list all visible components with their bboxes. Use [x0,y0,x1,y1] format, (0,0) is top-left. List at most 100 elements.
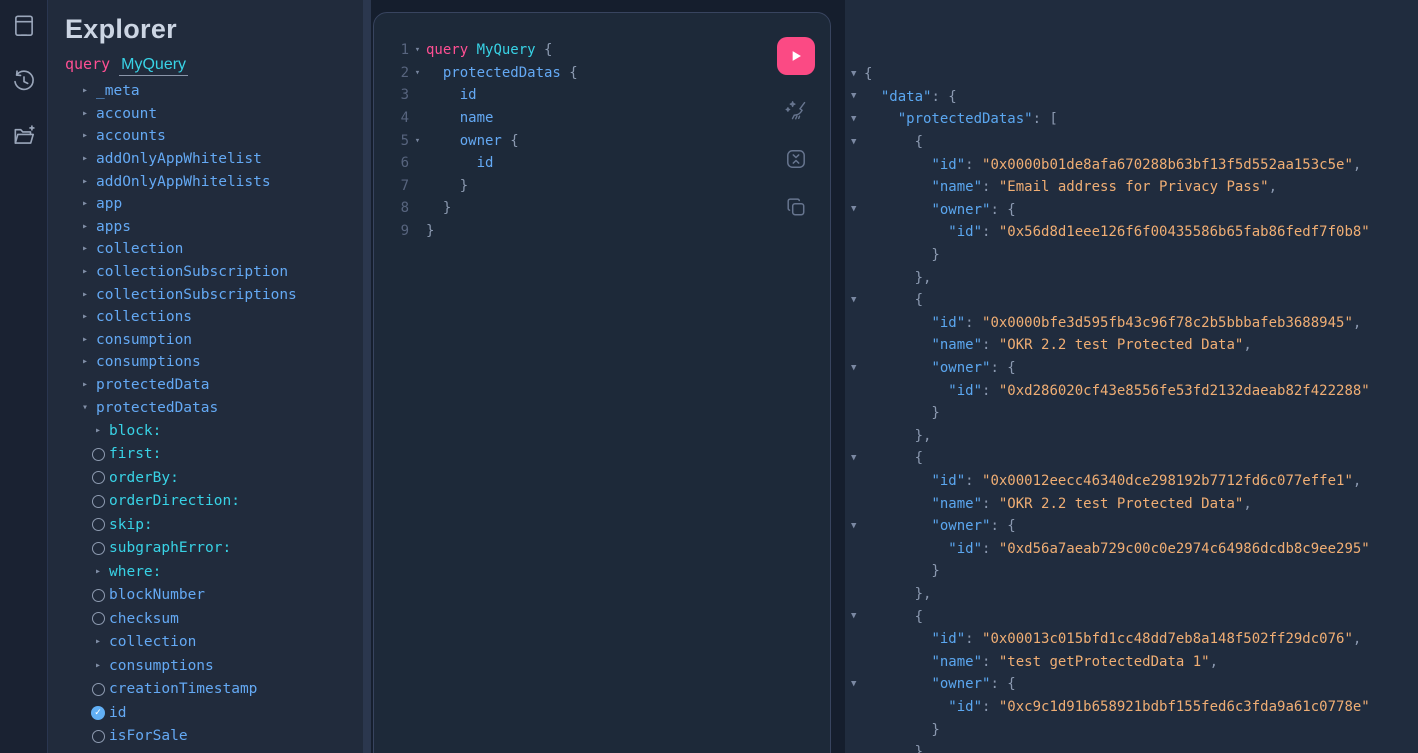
explorer-item-block[interactable]: ▸block: [65,419,363,443]
fold-arrow-icon[interactable]: ▼ [849,522,864,531]
chevron-right-icon[interactable]: ▸ [82,244,88,254]
chevron-right-icon[interactable]: ▸ [82,177,88,187]
token-punc [426,155,477,171]
pane-resize-handle[interactable] [363,0,371,753]
merge-fragments-icon[interactable] [784,147,808,171]
explorer-item-collectionSubscriptions[interactable]: ▸collectionSubscriptions [65,283,363,306]
chevron-down-icon[interactable]: ▾ [82,403,88,413]
fold-arrow-icon[interactable]: ▾ [409,45,426,55]
radio-circle-icon[interactable] [92,589,105,602]
explorer-item-checksum[interactable]: checksum [65,607,363,631]
fold-arrow-icon[interactable]: ▾ [409,136,426,146]
radio-circle-icon[interactable] [92,448,105,461]
chevron-right-icon[interactable]: ▸ [82,86,88,96]
folder-plus-icon[interactable] [11,123,37,149]
fold-arrow-icon[interactable]: ▼ [849,612,864,621]
operation-name-input[interactable]: MyQuery [119,56,188,76]
chevron-right-icon[interactable]: ▸ [95,426,101,436]
fold-arrow-icon[interactable]: ▼ [849,115,864,124]
explorer-item-id[interactable]: ✓ id [65,701,363,725]
chevron-right-icon[interactable]: ▸ [82,312,88,322]
explorer-item-isForSale[interactable]: isForSale [65,724,363,748]
tree-label: protectedData [96,377,210,393]
chevron-right-icon[interactable]: ▸ [82,154,88,164]
fold-arrow-icon[interactable]: ▼ [849,92,864,101]
explorer-item-skip[interactable]: skip: [65,513,363,537]
chevron-right-icon[interactable]: ▸ [82,199,88,209]
tree-label: id [109,705,126,721]
explorer-item-collection[interactable]: ▸collection [65,630,363,654]
radio-circle-icon[interactable] [92,471,105,484]
tree-control [91,589,105,602]
tree-control: ▸ [78,154,92,164]
token-key: "id" [948,541,982,557]
token-str: "test getProtectedData 1" [999,654,1210,670]
explorer-item-consumptions[interactable]: ▸consumptions [65,351,363,374]
prettify-icon[interactable] [784,99,808,123]
explorer-item-orderBy[interactable]: orderBy: [65,466,363,490]
fold-arrow-icon[interactable]: ▼ [849,364,864,373]
explorer-item-app[interactable]: ▸app [65,193,363,216]
chevron-right-icon[interactable]: ▸ [82,109,88,119]
explorer-item-collections[interactable]: ▸collections [65,306,363,329]
token-punc [864,337,931,353]
chevron-right-icon[interactable]: ▸ [82,267,88,277]
fold-arrow-icon[interactable]: ▼ [849,70,864,79]
tree-label: collectionSubscription [96,264,288,280]
explorer-item-orderDirection[interactable]: orderDirection: [65,489,363,513]
explorer-item-collectionSubscription[interactable]: ▸ collectionSubscription [65,261,363,284]
explorer-item-collection[interactable]: ▸collection [65,238,363,261]
explorer-item-accounts[interactable]: ▸accounts [65,125,363,148]
docs-icon[interactable] [11,13,37,39]
radio-circle-icon[interactable] [92,683,105,696]
explorer-item-consumption[interactable]: ▸consumption [65,329,363,352]
explorer-item-first[interactable]: first: [65,442,363,466]
chevron-right-icon[interactable]: ▸ [95,637,101,647]
explorer-item-_meta[interactable]: ▸_meta [65,80,363,103]
token-str: "0x00013c015bfd1cc48dd7eb8a148f502ff29dc… [982,631,1353,647]
radio-circle-icon[interactable] [92,612,105,625]
fold-arrow-icon[interactable]: ▼ [849,680,864,689]
radio-circle-icon[interactable] [92,495,105,508]
radio-circle-icon[interactable] [92,518,105,531]
copy-query-icon[interactable] [784,195,808,219]
explorer-item-apps[interactable]: ▸apps [65,216,363,239]
token-field: id [460,87,477,103]
execute-query-button[interactable] [777,37,815,75]
chevron-right-icon[interactable]: ▸ [82,290,88,300]
explorer-item-protectedData[interactable]: ▸ protectedData [65,374,363,397]
explorer-item-addOnlyAppWhitelists[interactable]: ▸addOnlyAppWhitelists [65,170,363,193]
fold-arrow-icon[interactable]: ▼ [849,454,864,463]
checked-circle-icon[interactable]: ✓ [91,706,105,720]
fold-arrow-icon[interactable]: ▼ [849,296,864,305]
explorer-item-protectedDatas[interactable]: ▾protectedDatas [65,396,363,419]
radio-circle-icon[interactable] [92,542,105,555]
query-editor-lines[interactable]: 1▾query MyQuery {2▾ protectedDatas {3 id… [374,39,830,242]
chevron-right-icon[interactable]: ▸ [82,131,88,141]
explorer-item-subgraphError[interactable]: subgraphError: [65,536,363,560]
explorer-item-where[interactable]: ▸where: [65,560,363,584]
token-punc [426,87,460,103]
explorer-item-account[interactable]: ▸account [65,103,363,126]
chevron-right-icon[interactable]: ▸ [95,661,101,671]
fold-arrow-icon[interactable]: ▾ [409,68,426,78]
explorer-item-addOnlyAppWhitelist[interactable]: ▸addOnlyAppWhitelist [65,148,363,171]
response-line: "id": "0x56d8d1eee126f6f00435586b65fab86… [849,221,1418,244]
chevron-right-icon[interactable]: ▸ [82,335,88,345]
radio-circle-icon[interactable] [92,730,105,743]
token-punc [426,133,460,149]
token-punc [864,541,948,557]
chevron-right-icon[interactable]: ▸ [82,222,88,232]
explorer-item-blockNumber[interactable]: blockNumber [65,583,363,607]
chevron-right-icon[interactable]: ▸ [82,380,88,390]
json-text: "owner": { [864,360,1016,376]
tree-control: ▸ [91,661,105,671]
query-editor[interactable]: 1▾query MyQuery {2▾ protectedDatas {3 id… [373,12,831,753]
explorer-item-consumptions[interactable]: ▸consumptions [65,654,363,678]
history-icon[interactable] [11,68,37,94]
explorer-item-creationTimestamp[interactable]: creationTimestamp [65,677,363,701]
chevron-right-icon[interactable]: ▸ [95,567,101,577]
fold-arrow-icon[interactable]: ▼ [849,205,864,214]
chevron-right-icon[interactable]: ▸ [82,357,88,367]
fold-arrow-icon[interactable]: ▼ [849,138,864,147]
